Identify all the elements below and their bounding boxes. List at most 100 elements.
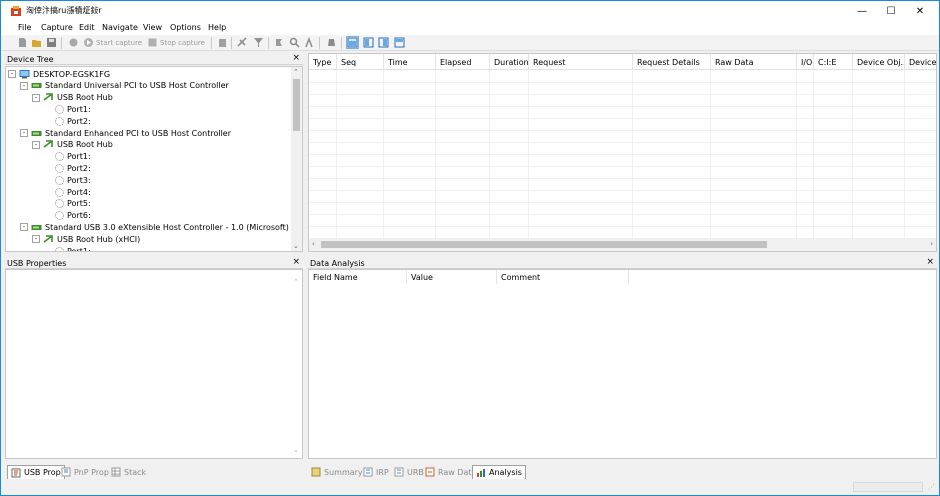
usb-properties-close-button[interactable]: × <box>292 257 300 267</box>
find-next-icon[interactable] <box>304 37 315 48</box>
tree-node-port[interactable]: Port2: <box>44 115 91 127</box>
tree-collapse-icon[interactable]: - <box>20 81 28 90</box>
scroll-up-arrow-icon[interactable]: ⌃ <box>293 68 299 76</box>
tree-node-port[interactable]: Port4: <box>44 186 91 198</box>
tree-node-computer[interactable]: - DESKTOP-EGSK1FG <box>8 68 110 80</box>
scroll-right-arrow-icon[interactable]: › <box>930 240 933 248</box>
capture-settings-icon[interactable] <box>68 37 79 48</box>
resize-grip-icon[interactable]: ⋰ <box>928 483 935 491</box>
filter-icon[interactable] <box>253 37 264 48</box>
column-header-time[interactable]: Time <box>384 54 436 70</box>
tab-irp[interactable]: IRP <box>360 465 392 479</box>
layout-view-3-icon[interactable] <box>378 37 389 48</box>
tree-node-port[interactable]: Port6: <box>44 210 91 222</box>
scroll-down-arrow-icon[interactable]: ⌄ <box>293 446 299 454</box>
new-file-icon[interactable] <box>17 37 28 48</box>
tree-node-hub[interactable]: - USB Root Hub (xHCI) <box>32 233 140 245</box>
stop-capture-icon[interactable] <box>147 37 158 48</box>
column-header-request-details[interactable]: Request Details <box>633 54 711 70</box>
scrollbar-thumb[interactable] <box>293 79 300 131</box>
device-tree-scrollbar[interactable]: ⌃ ⌄ <box>291 67 302 251</box>
tree-collapse-icon[interactable]: - <box>32 140 40 149</box>
open-folder-icon[interactable] <box>31 37 42 48</box>
go-to-icon[interactable] <box>274 37 285 48</box>
tree-node-port[interactable]: Port1: <box>44 103 91 115</box>
start-capture-icon[interactable] <box>83 37 94 48</box>
packet-list-hscrollbar[interactable]: ‹ › <box>309 238 936 251</box>
column-header-type[interactable]: Type <box>309 54 337 70</box>
start-capture-button[interactable]: Start capture <box>96 39 142 47</box>
menu-help[interactable]: Help <box>208 23 226 32</box>
tree-node-hub[interactable]: - USB Root Hub <box>32 139 113 151</box>
menu-view[interactable]: View <box>143 23 162 32</box>
packet-list[interactable]: Type Seq Time Elapsed Duration Request Request… <box>308 53 937 252</box>
column-header-comment[interactable]: Comment <box>497 270 629 284</box>
tree-node-controller[interactable]: - Standard Universal PCI to USB Host Cont… <box>20 80 229 92</box>
host-controller-icon <box>31 130 42 136</box>
column-header-seq[interactable]: Seq <box>337 54 384 70</box>
grid-row-line <box>309 190 936 191</box>
tab-usb-prop[interactable]: USB Prop <box>7 465 65 479</box>
hscrollbar-thumb[interactable] <box>321 241 767 248</box>
menu-edit[interactable]: Edit <box>79 23 95 32</box>
layout-view-1-icon[interactable] <box>346 36 359 49</box>
scroll-down-arrow-icon[interactable]: ⌄ <box>293 242 299 250</box>
tab-raw-data[interactable]: Raw Data <box>422 465 479 479</box>
tree-collapse-icon[interactable]: - <box>8 70 16 78</box>
layout-view-4-icon[interactable] <box>394 37 405 48</box>
layout-view-2-icon[interactable] <box>363 37 374 48</box>
menu-options[interactable]: Options <box>170 23 201 32</box>
tab-summary[interactable]: Summary <box>308 465 366 479</box>
tree-node-port[interactable]: Port5: <box>44 198 91 210</box>
data-analysis-close-button[interactable]: × <box>926 257 934 267</box>
device-tree[interactable]: - DESKTOP-EGSK1FG - Standard Universal PCI … <box>5 66 303 252</box>
column-header-raw-data[interactable]: Raw Data <box>711 54 797 70</box>
tree-collapse-icon[interactable]: - <box>32 235 40 244</box>
tree-node-port[interactable]: Port1: <box>44 245 91 251</box>
column-header-c-i-e[interactable]: C:I:E <box>814 54 853 70</box>
column-header-request[interactable]: Request <box>529 54 633 70</box>
tree-collapse-icon[interactable]: - <box>20 223 28 232</box>
column-header-i-o[interactable]: I/O <box>797 54 814 70</box>
column-header-elapsed[interactable]: Elapsed <box>436 54 490 70</box>
column-header-value[interactable]: Value <box>407 270 497 284</box>
column-header-duration[interactable]: Duration <box>490 54 529 70</box>
close-window-button[interactable]: ✕ <box>905 1 935 21</box>
stop-capture-button[interactable]: Stop capture <box>160 39 205 47</box>
tree-node-controller[interactable]: - Standard USB 3.0 eXtensible Host Contro… <box>20 221 289 233</box>
menu-file[interactable]: File <box>18 23 31 32</box>
find-icon[interactable] <box>289 37 300 48</box>
clear-icon[interactable] <box>326 37 337 48</box>
tree-node-port[interactable]: Port1: <box>44 151 91 163</box>
column-header-device-obj[interactable]: Device Obj... <box>853 54 905 70</box>
usb-prop-icon <box>11 468 21 477</box>
tree-collapse-icon[interactable]: - <box>32 93 40 102</box>
tree-node-port[interactable]: Port3: <box>44 174 91 186</box>
column-header-field-name[interactable]: Field Name <box>309 270 407 284</box>
tree-node-label: Port4: <box>67 187 91 197</box>
scroll-up-arrow-icon[interactable]: ⌃ <box>293 278 299 286</box>
minimize-button[interactable]: — <box>847 1 877 21</box>
menu-navigate[interactable]: Navigate <box>102 23 138 32</box>
menu-capture[interactable]: Capture <box>41 23 73 32</box>
device-tree-close-button[interactable]: × <box>292 53 300 63</box>
save-icon[interactable] <box>46 37 57 48</box>
connect-icon[interactable] <box>237 37 248 48</box>
maximize-button[interactable]: ☐ <box>876 1 906 21</box>
tab-analysis[interactable]: Analysis <box>472 465 526 479</box>
tree-node-port[interactable]: Port2: <box>44 162 91 174</box>
usb-properties-panel[interactable]: ⌃ ⌄ <box>5 269 303 459</box>
grid-row-line <box>309 130 936 131</box>
title-bar[interactable]: 洶倖汴搞ru漲犢炡鈙r — ☐ ✕ <box>1 1 939 21</box>
tree-node-label: Standard Enhanced PCI to USB Host Contro… <box>45 128 232 138</box>
tree-node-controller[interactable]: - Standard Enhanced PCI to USB Host Contr… <box>20 127 231 139</box>
tab-pnp-prop[interactable]: PnP Prop <box>58 465 112 479</box>
data-analysis-panel[interactable]: Field Name Value Comment <box>308 269 937 459</box>
usb-properties-scrollbar[interactable]: ⌃ ⌄ <box>291 270 302 458</box>
clipboard-icon[interactable] <box>217 37 228 48</box>
tree-collapse-icon[interactable]: - <box>20 129 28 137</box>
column-header-device-nar[interactable]: Device Nar <box>905 54 936 70</box>
tab-stack[interactable]: Stack <box>108 465 149 479</box>
tree-node-hub[interactable]: - USB Root Hub <box>32 92 113 104</box>
scroll-left-arrow-icon[interactable]: ‹ <box>312 240 315 248</box>
